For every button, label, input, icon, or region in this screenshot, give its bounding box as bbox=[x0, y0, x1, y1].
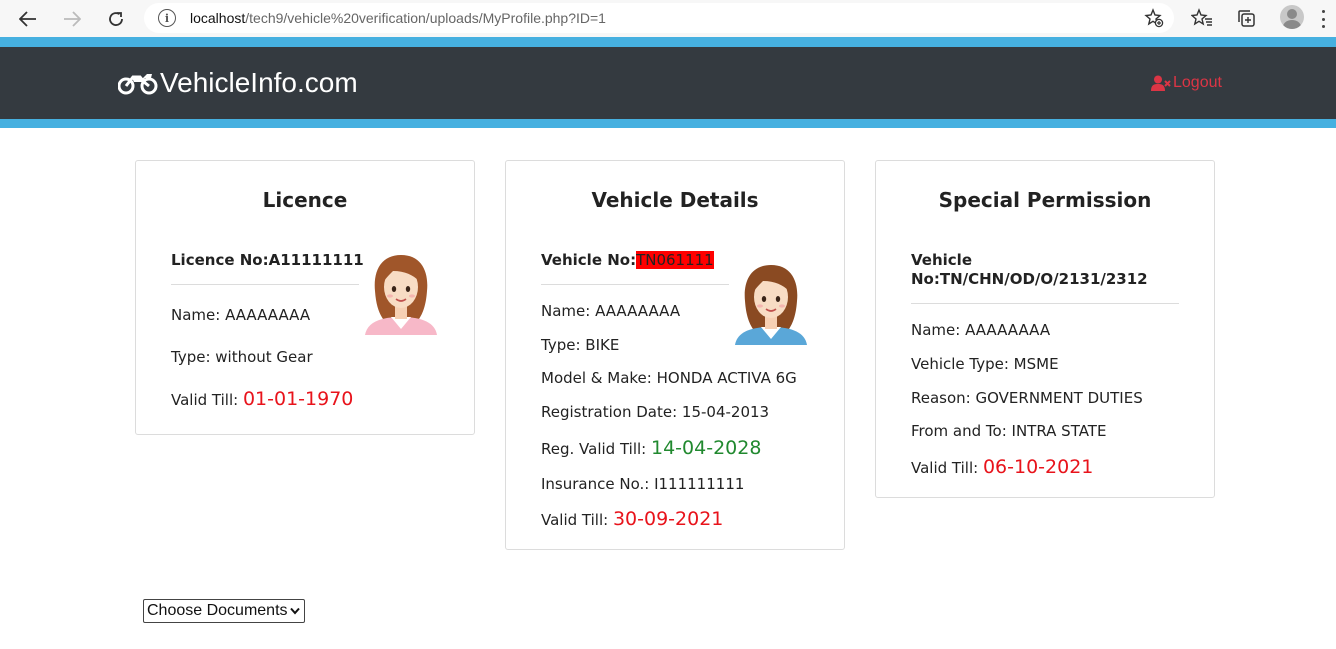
licence-valid-date: 01-01-1970 bbox=[242, 388, 354, 410]
logout-label: Logout bbox=[1173, 74, 1222, 91]
header-stripe-bottom bbox=[0, 119, 1336, 128]
site-info-icon[interactable]: i bbox=[158, 9, 176, 27]
permission-reason: Reason: GOVERNMENT DUTIES bbox=[911, 389, 1143, 407]
site-header: VehicleInfo.com Logout bbox=[0, 47, 1336, 119]
collections-icon[interactable] bbox=[1233, 5, 1259, 31]
choose-documents-value: Choose Documents bbox=[147, 602, 288, 619]
brand-link[interactable]: VehicleInfo.com bbox=[118, 67, 358, 99]
vehicle-number-label: Vehicle No: bbox=[541, 251, 637, 269]
permission-from-to: From and To: INTRA STATE bbox=[911, 422, 1107, 440]
licence-name: Name: AAAAAAAA bbox=[171, 306, 311, 324]
permission-name: Name: AAAAAAAA bbox=[911, 321, 1051, 339]
back-arrow-icon bbox=[19, 10, 36, 27]
licence-title: Licence bbox=[262, 188, 348, 212]
licence-valid-till: Valid Till: 01-01-1970 bbox=[171, 388, 353, 410]
refresh-button[interactable] bbox=[94, 0, 138, 37]
profile-avatar-icon[interactable] bbox=[1280, 5, 1304, 29]
url-path: /tech9/vehicle%20verification/uploads/My… bbox=[245, 10, 606, 26]
motorcycle-icon bbox=[118, 74, 158, 95]
vehicle-owner-name: Name: AAAAAAAA bbox=[541, 302, 681, 320]
vehicle-valid-date: 30-09-2021 bbox=[612, 508, 724, 530]
reg-valid-label: Reg. Valid Till: bbox=[541, 440, 647, 458]
special-permission-card: Special Permission Vehicle No:TN/CHN/OD/… bbox=[875, 160, 1215, 498]
licence-number: Licence No:A11111111 bbox=[171, 251, 364, 269]
refresh-icon bbox=[109, 11, 123, 26]
vehicle-reg-valid-till: Reg. Valid Till: 14-04-2028 bbox=[541, 437, 761, 459]
brand-name: VehicleInfo.com bbox=[160, 67, 358, 98]
choose-documents-select[interactable]: Choose Documents bbox=[143, 599, 305, 623]
permission-vehicle-number-line2: No:TN/CHN/OD/O/2131/2312 bbox=[911, 270, 1148, 288]
url-host: localhost bbox=[190, 10, 246, 26]
permission-vehicle-type: Vehicle Type: MSME bbox=[911, 355, 1059, 373]
vehicle-registration-date: Registration Date: 15-04-2013 bbox=[541, 403, 770, 421]
browser-toolbar: i localhost/tech9/vehicle%20verification… bbox=[0, 0, 1336, 37]
licence-divider bbox=[171, 284, 359, 285]
logout-link[interactable]: Logout bbox=[1151, 74, 1222, 92]
permission-vehicle-number-line1: Vehicle bbox=[911, 251, 972, 269]
vehicle-insurance: Insurance No.: I111111111 bbox=[541, 475, 745, 493]
licence-photo bbox=[361, 249, 441, 340]
forward-arrow-icon bbox=[64, 10, 81, 27]
vehicle-details-card: Vehicle Details Vehicle No:TN061111 Name… bbox=[505, 160, 845, 550]
favorites-icon[interactable] bbox=[1189, 5, 1215, 31]
vehicle-model: Model & Make: HONDA ACTIVA 6G bbox=[541, 369, 797, 387]
header-stripe-top bbox=[0, 37, 1336, 47]
chevron-down-icon bbox=[290, 607, 300, 615]
special-permission-title: Special Permission bbox=[938, 188, 1152, 212]
vehicle-number-value: TN061111 bbox=[636, 251, 714, 269]
vehicle-valid-till: Valid Till: 30-09-2021 bbox=[541, 508, 723, 530]
back-button[interactable] bbox=[6, 0, 50, 37]
permission-valid-till: Valid Till: 06-10-2021 bbox=[911, 456, 1093, 478]
vehicle-number: Vehicle No:TN061111 bbox=[541, 251, 714, 269]
add-favorite-icon[interactable] bbox=[1144, 8, 1164, 31]
licence-valid-label: Valid Till: bbox=[171, 391, 239, 409]
vehicle-divider bbox=[541, 284, 729, 285]
user-times-icon bbox=[1151, 75, 1171, 91]
licence-type: Type: without Gear bbox=[171, 348, 313, 366]
reg-valid-date: 14-04-2028 bbox=[651, 437, 762, 459]
permission-valid-date: 06-10-2021 bbox=[982, 456, 1094, 478]
more-menu-icon[interactable] bbox=[1322, 10, 1326, 28]
permission-valid-label: Valid Till: bbox=[911, 459, 979, 477]
vehicle-valid-label: Valid Till: bbox=[541, 511, 609, 529]
vehicle-type: Type: BIKE bbox=[541, 336, 620, 354]
vehicle-details-title: Vehicle Details bbox=[591, 188, 759, 212]
vehicle-owner-photo bbox=[731, 259, 811, 350]
permission-divider bbox=[911, 303, 1179, 304]
licence-card: Licence Licence No:A11111111 Name: AAAAA… bbox=[135, 160, 475, 435]
address-bar[interactable]: i localhost/tech9/vehicle%20verification… bbox=[144, 3, 1174, 33]
forward-button[interactable] bbox=[50, 0, 94, 37]
